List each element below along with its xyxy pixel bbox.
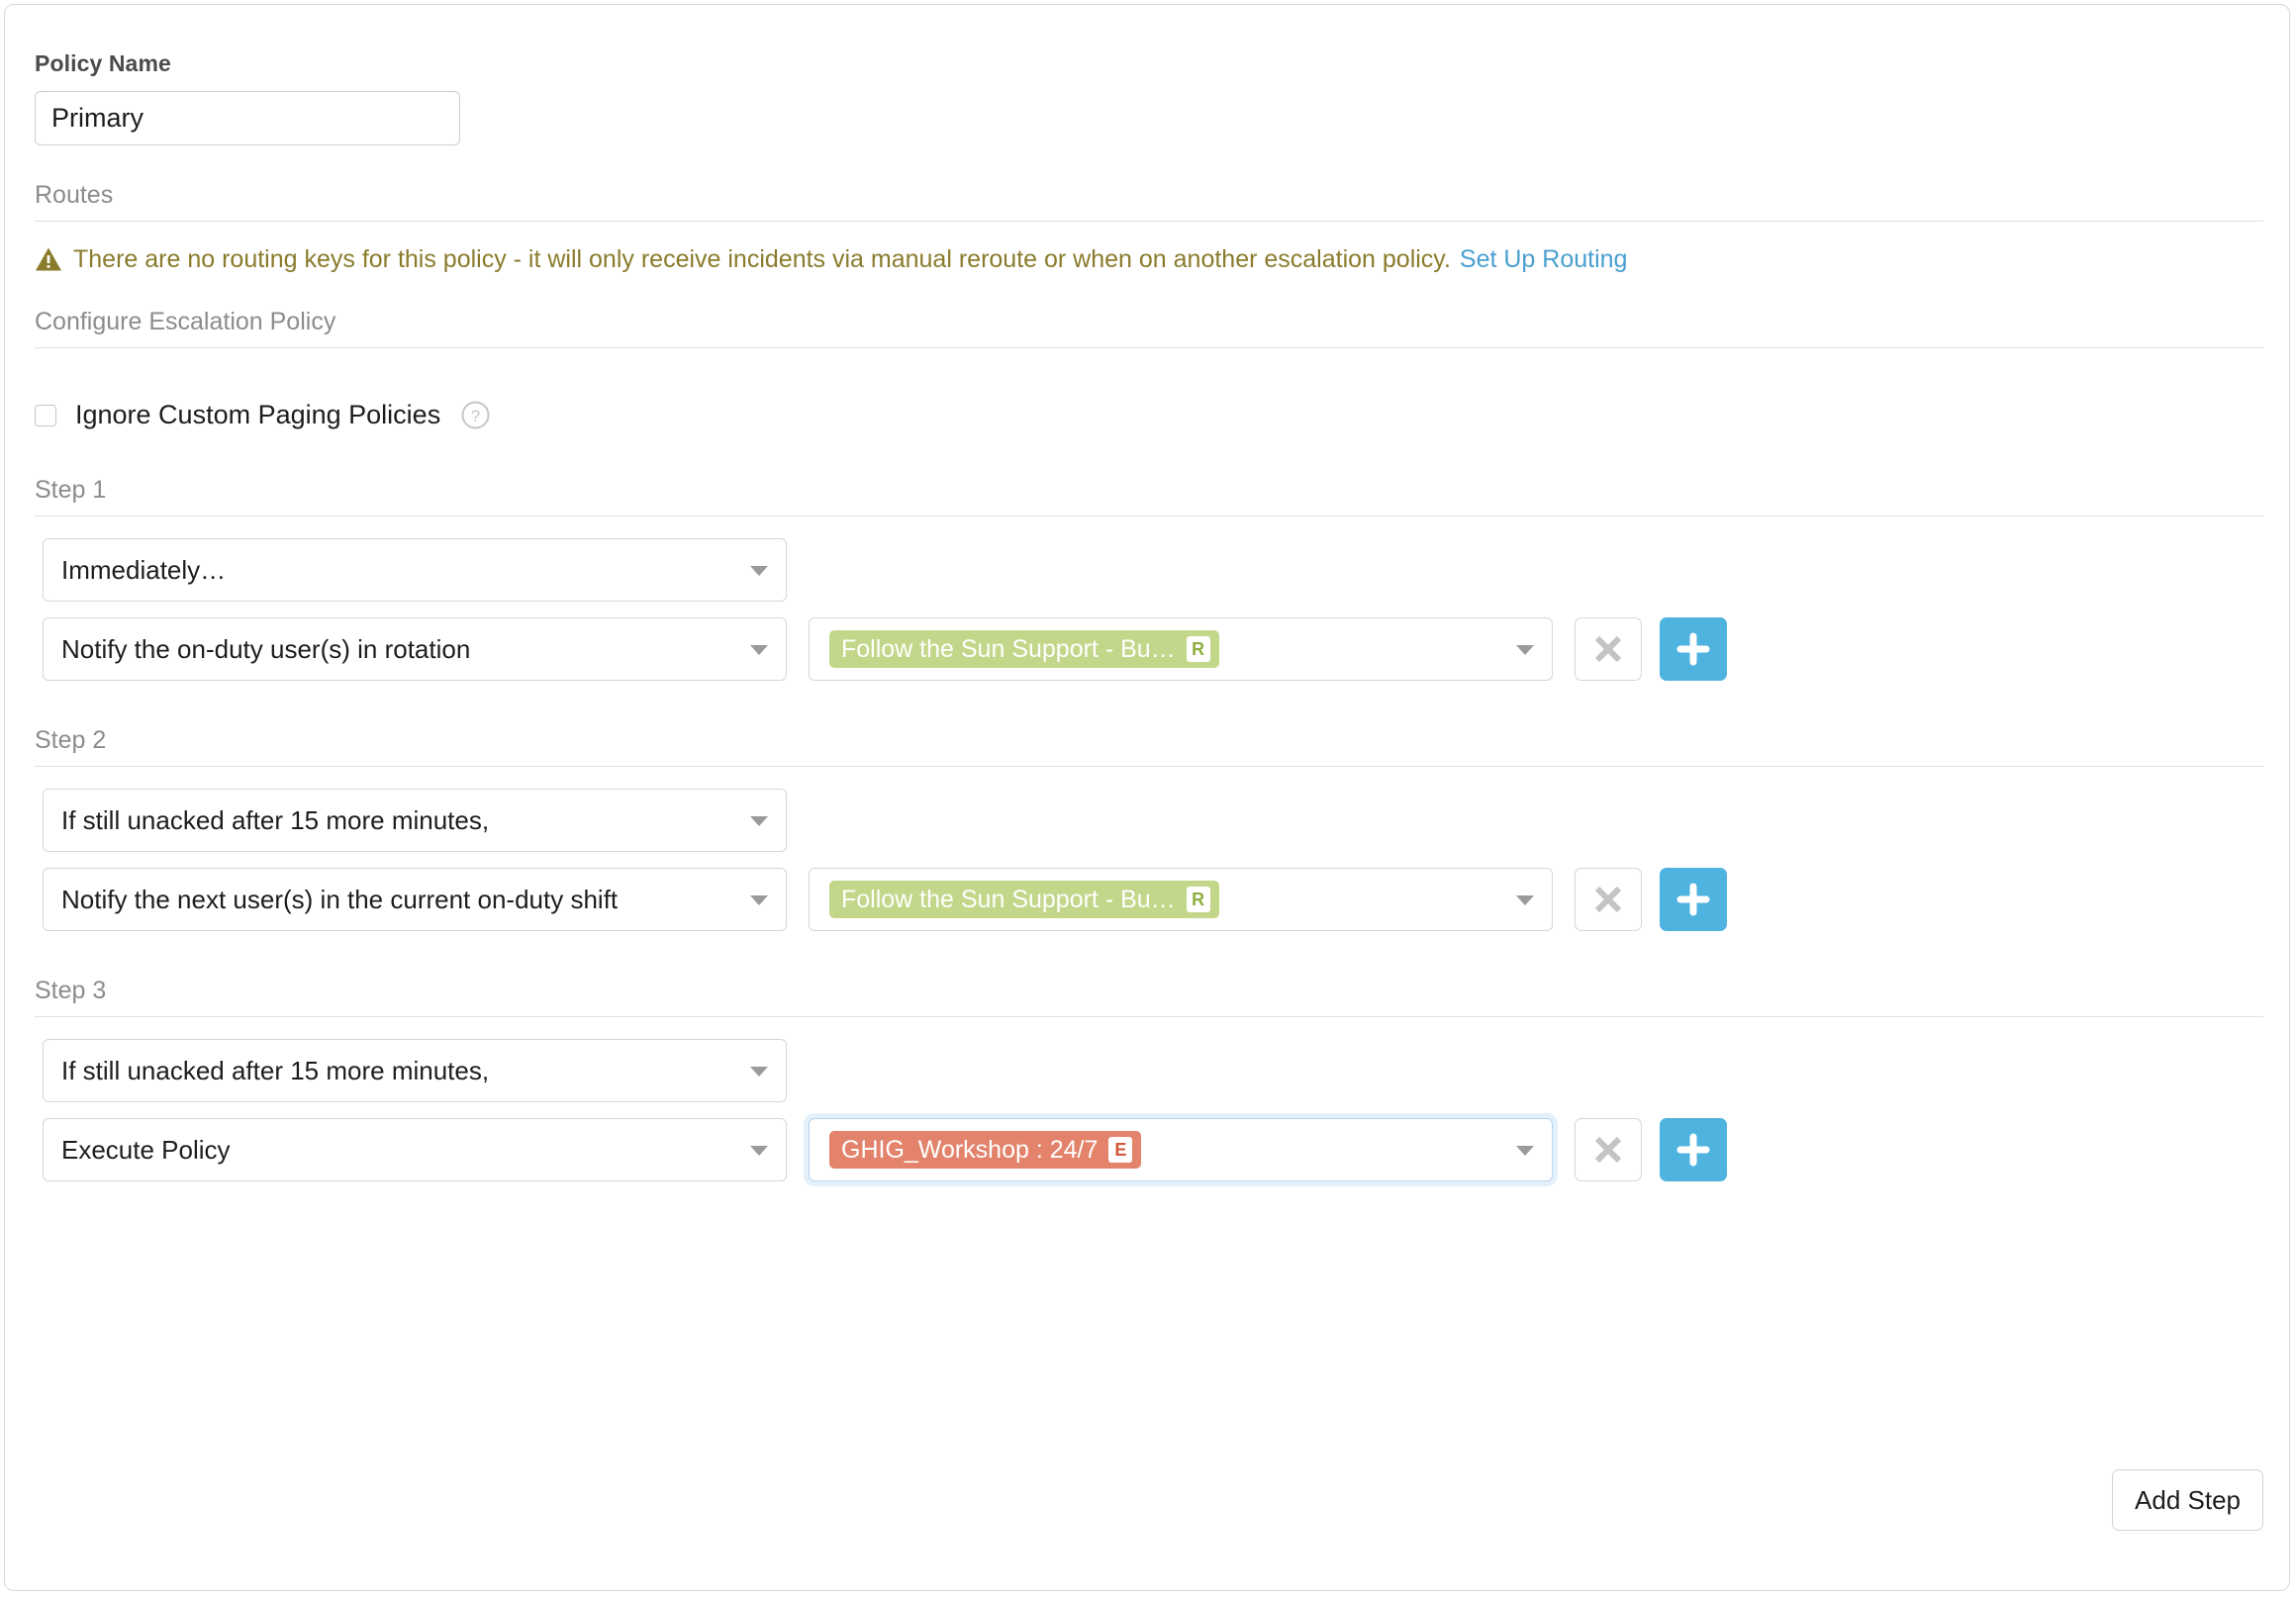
step-action-select[interactable]: Notify the on-duty user(s) in rotation [43, 617, 787, 681]
escalation-policy-card: Policy Name Routes There are no routing … [4, 4, 2290, 1591]
step-target-select[interactable]: Follow the Sun Support - Bu… R [809, 617, 1553, 681]
plus-icon [1676, 632, 1710, 666]
routes-section: Routes [35, 181, 2263, 222]
step-block-1: Step 1 Immediately… Notify the on-duty u… [35, 476, 2263, 681]
step-action-row: Execute Policy GHIG_Workshop : 24/7 E [43, 1118, 2263, 1181]
step-title: Step 1 [35, 476, 2263, 516]
ignore-paging-policies-row: Ignore Custom Paging Policies ? [35, 400, 2263, 430]
chevron-down-icon [750, 566, 768, 576]
step-target-select[interactable]: GHIG_Workshop : 24/7 E [809, 1118, 1553, 1181]
step-divider [35, 766, 2263, 767]
step-target-label: GHIG_Workshop : 24/7 [841, 1138, 1098, 1163]
step-divider [35, 1016, 2263, 1017]
add-step-container: Add Step [2112, 1469, 2263, 1531]
step-target-badge: E [1108, 1137, 1132, 1163]
step-target-tag: Follow the Sun Support - Bu… R [829, 881, 1219, 918]
ignore-custom-paging-policies-checkbox[interactable] [35, 405, 56, 426]
routing-warning-text: There are no routing keys for this polic… [73, 247, 1451, 272]
step-target-select[interactable]: Follow the Sun Support - Bu… R [809, 868, 1553, 931]
step-when-value: Immediately… [61, 555, 226, 586]
remove-step-button[interactable] [1575, 868, 1642, 931]
step-divider [35, 516, 2263, 517]
step-when-select[interactable]: If still unacked after 15 more minutes, [43, 789, 787, 852]
routes-divider [35, 221, 2263, 222]
step-block-2: Step 2 If still unacked after 15 more mi… [35, 726, 2263, 931]
configure-divider [35, 347, 2263, 348]
chevron-down-icon [750, 816, 768, 826]
set-up-routing-link[interactable]: Set Up Routing [1460, 247, 1628, 272]
chevron-down-icon [1516, 1146, 1534, 1156]
close-x-icon [1593, 1135, 1623, 1165]
close-x-icon [1593, 634, 1623, 664]
step-target-tag: Follow the Sun Support - Bu… R [829, 630, 1219, 668]
step-when-row: Immediately… [43, 538, 2263, 602]
chevron-down-icon [750, 895, 768, 905]
add-target-button[interactable] [1660, 1118, 1727, 1181]
step-action-select[interactable]: Notify the next user(s) in the current o… [43, 868, 787, 931]
policy-name-input[interactable] [35, 91, 460, 145]
question-mark-circle-icon[interactable]: ? [461, 401, 490, 429]
chevron-down-icon [750, 645, 768, 655]
plus-icon [1676, 1133, 1710, 1167]
step-action-value: Notify the next user(s) in the current o… [61, 885, 618, 915]
policy-name-label: Policy Name [35, 50, 2263, 77]
add-target-button[interactable] [1660, 617, 1727, 681]
ignore-custom-paging-policies-label: Ignore Custom Paging Policies [75, 400, 440, 430]
step-target-badge: R [1187, 887, 1210, 912]
configure-section-title: Configure Escalation Policy [35, 308, 2263, 347]
chevron-down-icon [1516, 895, 1534, 905]
plus-icon [1676, 883, 1710, 916]
step-when-select[interactable]: Immediately… [43, 538, 787, 602]
steps-container: Step 1 Immediately… Notify the on-duty u… [35, 476, 2263, 1181]
step-block-3: Step 3 If still unacked after 15 more mi… [35, 977, 2263, 1181]
step-target-label: Follow the Sun Support - Bu… [841, 637, 1176, 662]
step-action-row: Notify the next user(s) in the current o… [43, 868, 2263, 931]
step-body: If still unacked after 15 more minutes, … [43, 789, 2263, 931]
close-x-icon [1593, 885, 1623, 914]
svg-text:?: ? [471, 407, 480, 425]
step-title: Step 2 [35, 726, 2263, 766]
configure-section: Configure Escalation Policy [35, 308, 2263, 348]
step-action-value: Execute Policy [61, 1135, 231, 1166]
step-body: If still unacked after 15 more minutes, … [43, 1039, 2263, 1181]
step-when-row: If still unacked after 15 more minutes, [43, 1039, 2263, 1102]
step-body: Immediately… Notify the on-duty user(s) … [43, 538, 2263, 681]
step-target-tag: GHIG_Workshop : 24/7 E [829, 1131, 1141, 1169]
routes-section-title: Routes [35, 181, 2263, 221]
step-when-value: If still unacked after 15 more minutes, [61, 805, 489, 836]
chevron-down-icon [750, 1146, 768, 1156]
step-when-value: If still unacked after 15 more minutes, [61, 1056, 489, 1086]
warning-triangle-icon [35, 246, 62, 272]
step-title: Step 3 [35, 977, 2263, 1016]
chevron-down-icon [750, 1067, 768, 1077]
step-target-badge: R [1187, 636, 1210, 662]
chevron-down-icon [1516, 645, 1534, 655]
step-when-select[interactable]: If still unacked after 15 more minutes, [43, 1039, 787, 1102]
step-target-label: Follow the Sun Support - Bu… [841, 888, 1176, 912]
add-step-button[interactable]: Add Step [2112, 1469, 2263, 1531]
step-action-select[interactable]: Execute Policy [43, 1118, 787, 1181]
step-when-row: If still unacked after 15 more minutes, [43, 789, 2263, 852]
step-action-row: Notify the on-duty user(s) in rotation F… [43, 617, 2263, 681]
routing-warning: There are no routing keys for this polic… [35, 246, 2263, 272]
add-target-button[interactable] [1660, 868, 1727, 931]
step-action-value: Notify the on-duty user(s) in rotation [61, 634, 470, 665]
remove-step-button[interactable] [1575, 617, 1642, 681]
remove-step-button[interactable] [1575, 1118, 1642, 1181]
